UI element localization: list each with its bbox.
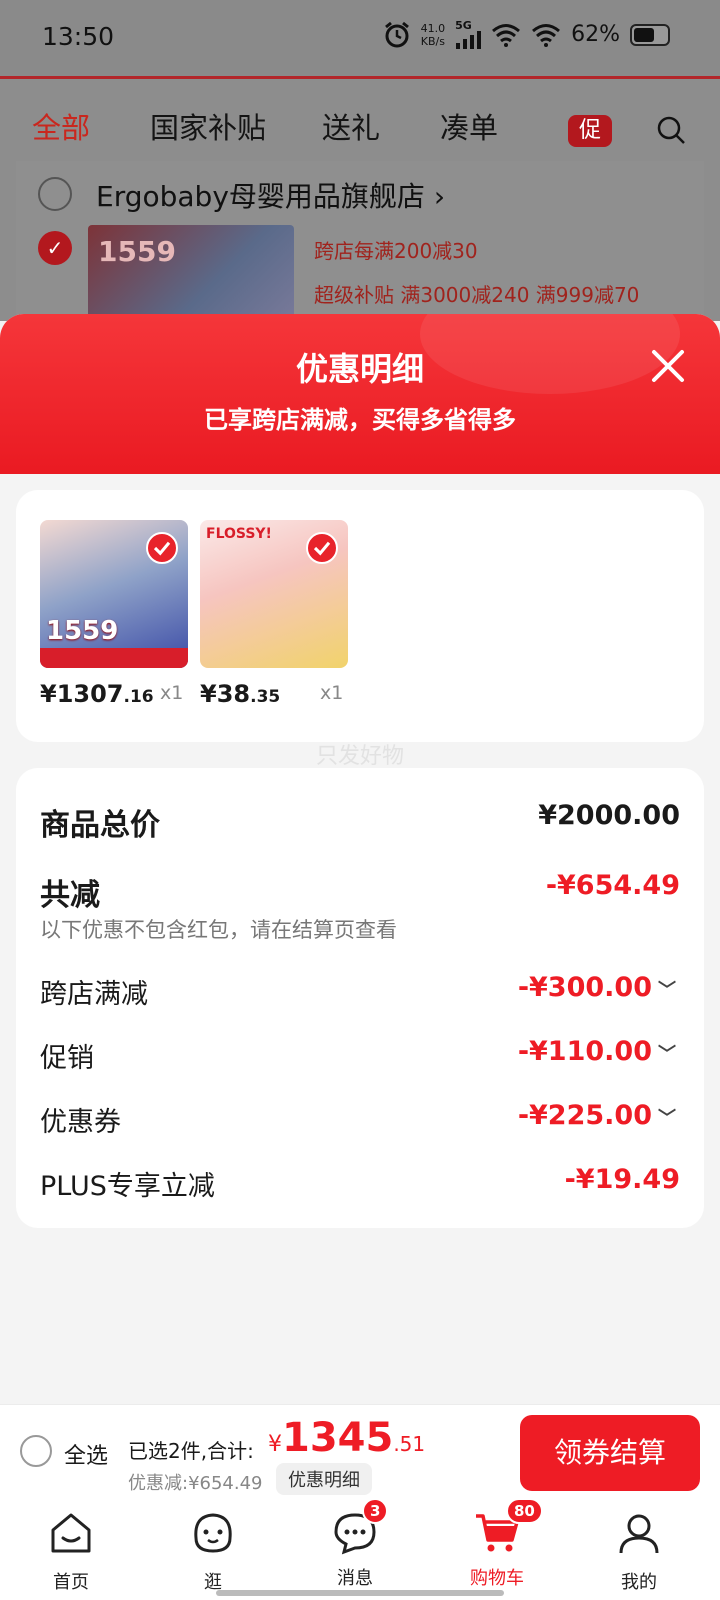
browse-face-icon bbox=[194, 1513, 232, 1553]
status-icons: 41.0 KB/s 5G 62% bbox=[383, 20, 670, 49]
reduction-value: -¥654.49 bbox=[545, 870, 680, 901]
total-amount: ¥1345.51 bbox=[268, 1415, 426, 1461]
battery-fill bbox=[634, 27, 654, 42]
thumbnail-price: 1559 bbox=[46, 616, 119, 646]
selected-item[interactable]: FLOSSY! ¥38.35 x1 bbox=[200, 520, 348, 708]
discount-value: -¥300.00 ﹀ bbox=[517, 972, 676, 1003]
net-speed: 41.0 KB/s bbox=[420, 21, 446, 48]
promo-badge[interactable]: 促 bbox=[568, 115, 612, 147]
chevron-right-icon: › bbox=[433, 180, 446, 213]
selected-item[interactable]: 1559 ¥1307.16 x1 bbox=[40, 520, 188, 708]
super-subsidy-offer: 超级补贴 满3000减240 满999减70 bbox=[314, 283, 640, 307]
tab-cart[interactable]: 80 购物车 bbox=[442, 1498, 552, 1590]
message-badge: 3 bbox=[362, 1498, 389, 1524]
thumbnail-brand: FLOSSY! bbox=[206, 526, 272, 542]
discount-value: -¥19.49 bbox=[564, 1164, 680, 1195]
product-thumbnail[interactable]: FLOSSY! bbox=[200, 520, 348, 668]
thumbnail-banner bbox=[40, 648, 188, 668]
item-price: ¥1307.16 bbox=[40, 680, 154, 708]
selected-items-card: 1559 ¥1307.16 x1 FLOSSY! ¥38.35 x1 bbox=[16, 490, 704, 742]
status-time: 13:50 bbox=[42, 22, 115, 51]
cart-badge: 80 bbox=[506, 1498, 543, 1524]
tab-label: 购物车 bbox=[470, 1568, 524, 1589]
check-icon bbox=[146, 532, 178, 564]
battery-icon bbox=[630, 23, 670, 46]
tab-messages[interactable]: 3 消息 bbox=[300, 1498, 410, 1590]
tab-all[interactable]: 全部 bbox=[32, 105, 90, 147]
reduction-label: 共减 bbox=[40, 878, 100, 913]
modal-title: 优惠明细 bbox=[295, 350, 424, 388]
tab-add-on[interactable]: 凑单 bbox=[440, 105, 498, 147]
chevron-down-icon[interactable]: ﹀ bbox=[658, 1104, 676, 1130]
discount-label: 跨店满减 bbox=[40, 979, 148, 1010]
tab-home[interactable]: 首页 bbox=[16, 1510, 126, 1594]
reduction-note: 以下优惠不包含红包，请在结算页查看 bbox=[40, 918, 397, 942]
bottom-tab-bar: 首页 逛 3 消息 80 购物车 我的 bbox=[0, 1498, 720, 1600]
thumbnail-price: 1559 bbox=[98, 235, 176, 268]
chevron-down-icon[interactable]: ﹀ bbox=[658, 976, 676, 1002]
item-checked-icon[interactable]: ✓ bbox=[38, 231, 72, 265]
chevron-down-icon[interactable]: ﹀ bbox=[658, 1040, 676, 1066]
discount-label: 优惠券 bbox=[40, 1107, 121, 1138]
category-tabs: 全部 国家补贴 送礼 凑单 促 bbox=[0, 93, 720, 153]
wifi-icon-secondary bbox=[532, 23, 561, 47]
signal-icon: 5G bbox=[455, 20, 482, 49]
home-icon bbox=[51, 1513, 91, 1553]
checkout-bar: 全选 已选2件,合计: ¥1345.51 优惠减:¥654.49 优惠明细 领券… bbox=[0, 1404, 720, 1500]
discount-detail-button[interactable]: 优惠明细 bbox=[276, 1463, 372, 1495]
profile-icon bbox=[619, 1514, 659, 1554]
modal-subtitle: 已享跨店满减，买得多省得多 bbox=[204, 405, 516, 434]
store-card: Ergobaby母婴用品旗舰店 › ✓ 1559 跨店每满200减30 超级补贴… bbox=[16, 161, 704, 331]
item-price: ¥38.35 bbox=[200, 680, 281, 708]
wifi-icon bbox=[492, 23, 521, 47]
message-icon-wrap: 3 bbox=[332, 1498, 389, 1556]
tab-profile[interactable]: 我的 bbox=[584, 1510, 694, 1594]
close-icon[interactable] bbox=[646, 344, 690, 388]
search-icon[interactable] bbox=[656, 115, 686, 145]
discount-summary: 优惠减:¥654.49 bbox=[128, 1473, 263, 1494]
discount-value: -¥225.00 ﹀ bbox=[517, 1100, 676, 1131]
tab-label: 消息 bbox=[337, 1568, 373, 1589]
alarm-icon bbox=[384, 21, 409, 47]
store-name[interactable]: Ergobaby母婴用品旗舰店 › bbox=[96, 175, 445, 215]
price-summary-card: 商品总价 ¥2000.00 共减 -¥654.49 以下优惠不包含红包，请在结算… bbox=[16, 768, 704, 1228]
battery-percent: 62% bbox=[571, 22, 620, 47]
store-select-radio[interactable] bbox=[38, 177, 72, 211]
select-all-radio[interactable] bbox=[20, 1435, 52, 1467]
discount-value: -¥110.00 ﹀ bbox=[517, 1036, 676, 1067]
item-quantity: x1 bbox=[320, 682, 344, 704]
cross-store-offer: 跨店每满200减30 bbox=[314, 239, 478, 263]
watermark: 只发好物 bbox=[315, 744, 404, 769]
status-bar: 13:50 41.0 KB/s 5G 62% bbox=[0, 0, 720, 76]
tab-label: 我的 bbox=[621, 1572, 657, 1593]
discount-label: PLUS专享立减 bbox=[40, 1171, 215, 1202]
discount-detail-modal: 优惠明细 已享跨店满减，买得多省得多 1559 ¥1307.16 x1 FLOS… bbox=[0, 314, 720, 1404]
discount-label: 促销 bbox=[40, 1043, 94, 1074]
checkout-button[interactable]: 领券结算 bbox=[520, 1415, 700, 1491]
check-icon bbox=[306, 532, 338, 564]
modal-header: 优惠明细 已享跨店满减，买得多省得多 bbox=[0, 314, 720, 474]
total-price-label: 商品总价 bbox=[40, 808, 160, 843]
tab-gifts[interactable]: 送礼 bbox=[322, 105, 380, 147]
tab-national-subsidy[interactable]: 国家补贴 bbox=[150, 105, 266, 147]
total-price-value: ¥2000.00 bbox=[538, 800, 680, 831]
item-quantity: x1 bbox=[160, 682, 184, 704]
tab-label: 首页 bbox=[53, 1572, 89, 1593]
cart-icon-wrap: 80 bbox=[474, 1498, 543, 1556]
product-thumbnail[interactable]: 1559 bbox=[88, 225, 294, 325]
background-cart-page: 全部 国家补贴 送礼 凑单 促 Ergobaby母婴用品旗舰店 › ✓ 1559… bbox=[0, 76, 720, 331]
product-thumbnail[interactable]: 1559 bbox=[40, 520, 188, 668]
tab-browse[interactable]: 逛 bbox=[158, 1510, 268, 1594]
selected-count-text: 已选2件,合计: bbox=[128, 1439, 254, 1463]
home-indicator bbox=[216, 1590, 504, 1596]
select-all-label[interactable]: 全选 bbox=[64, 1438, 108, 1470]
